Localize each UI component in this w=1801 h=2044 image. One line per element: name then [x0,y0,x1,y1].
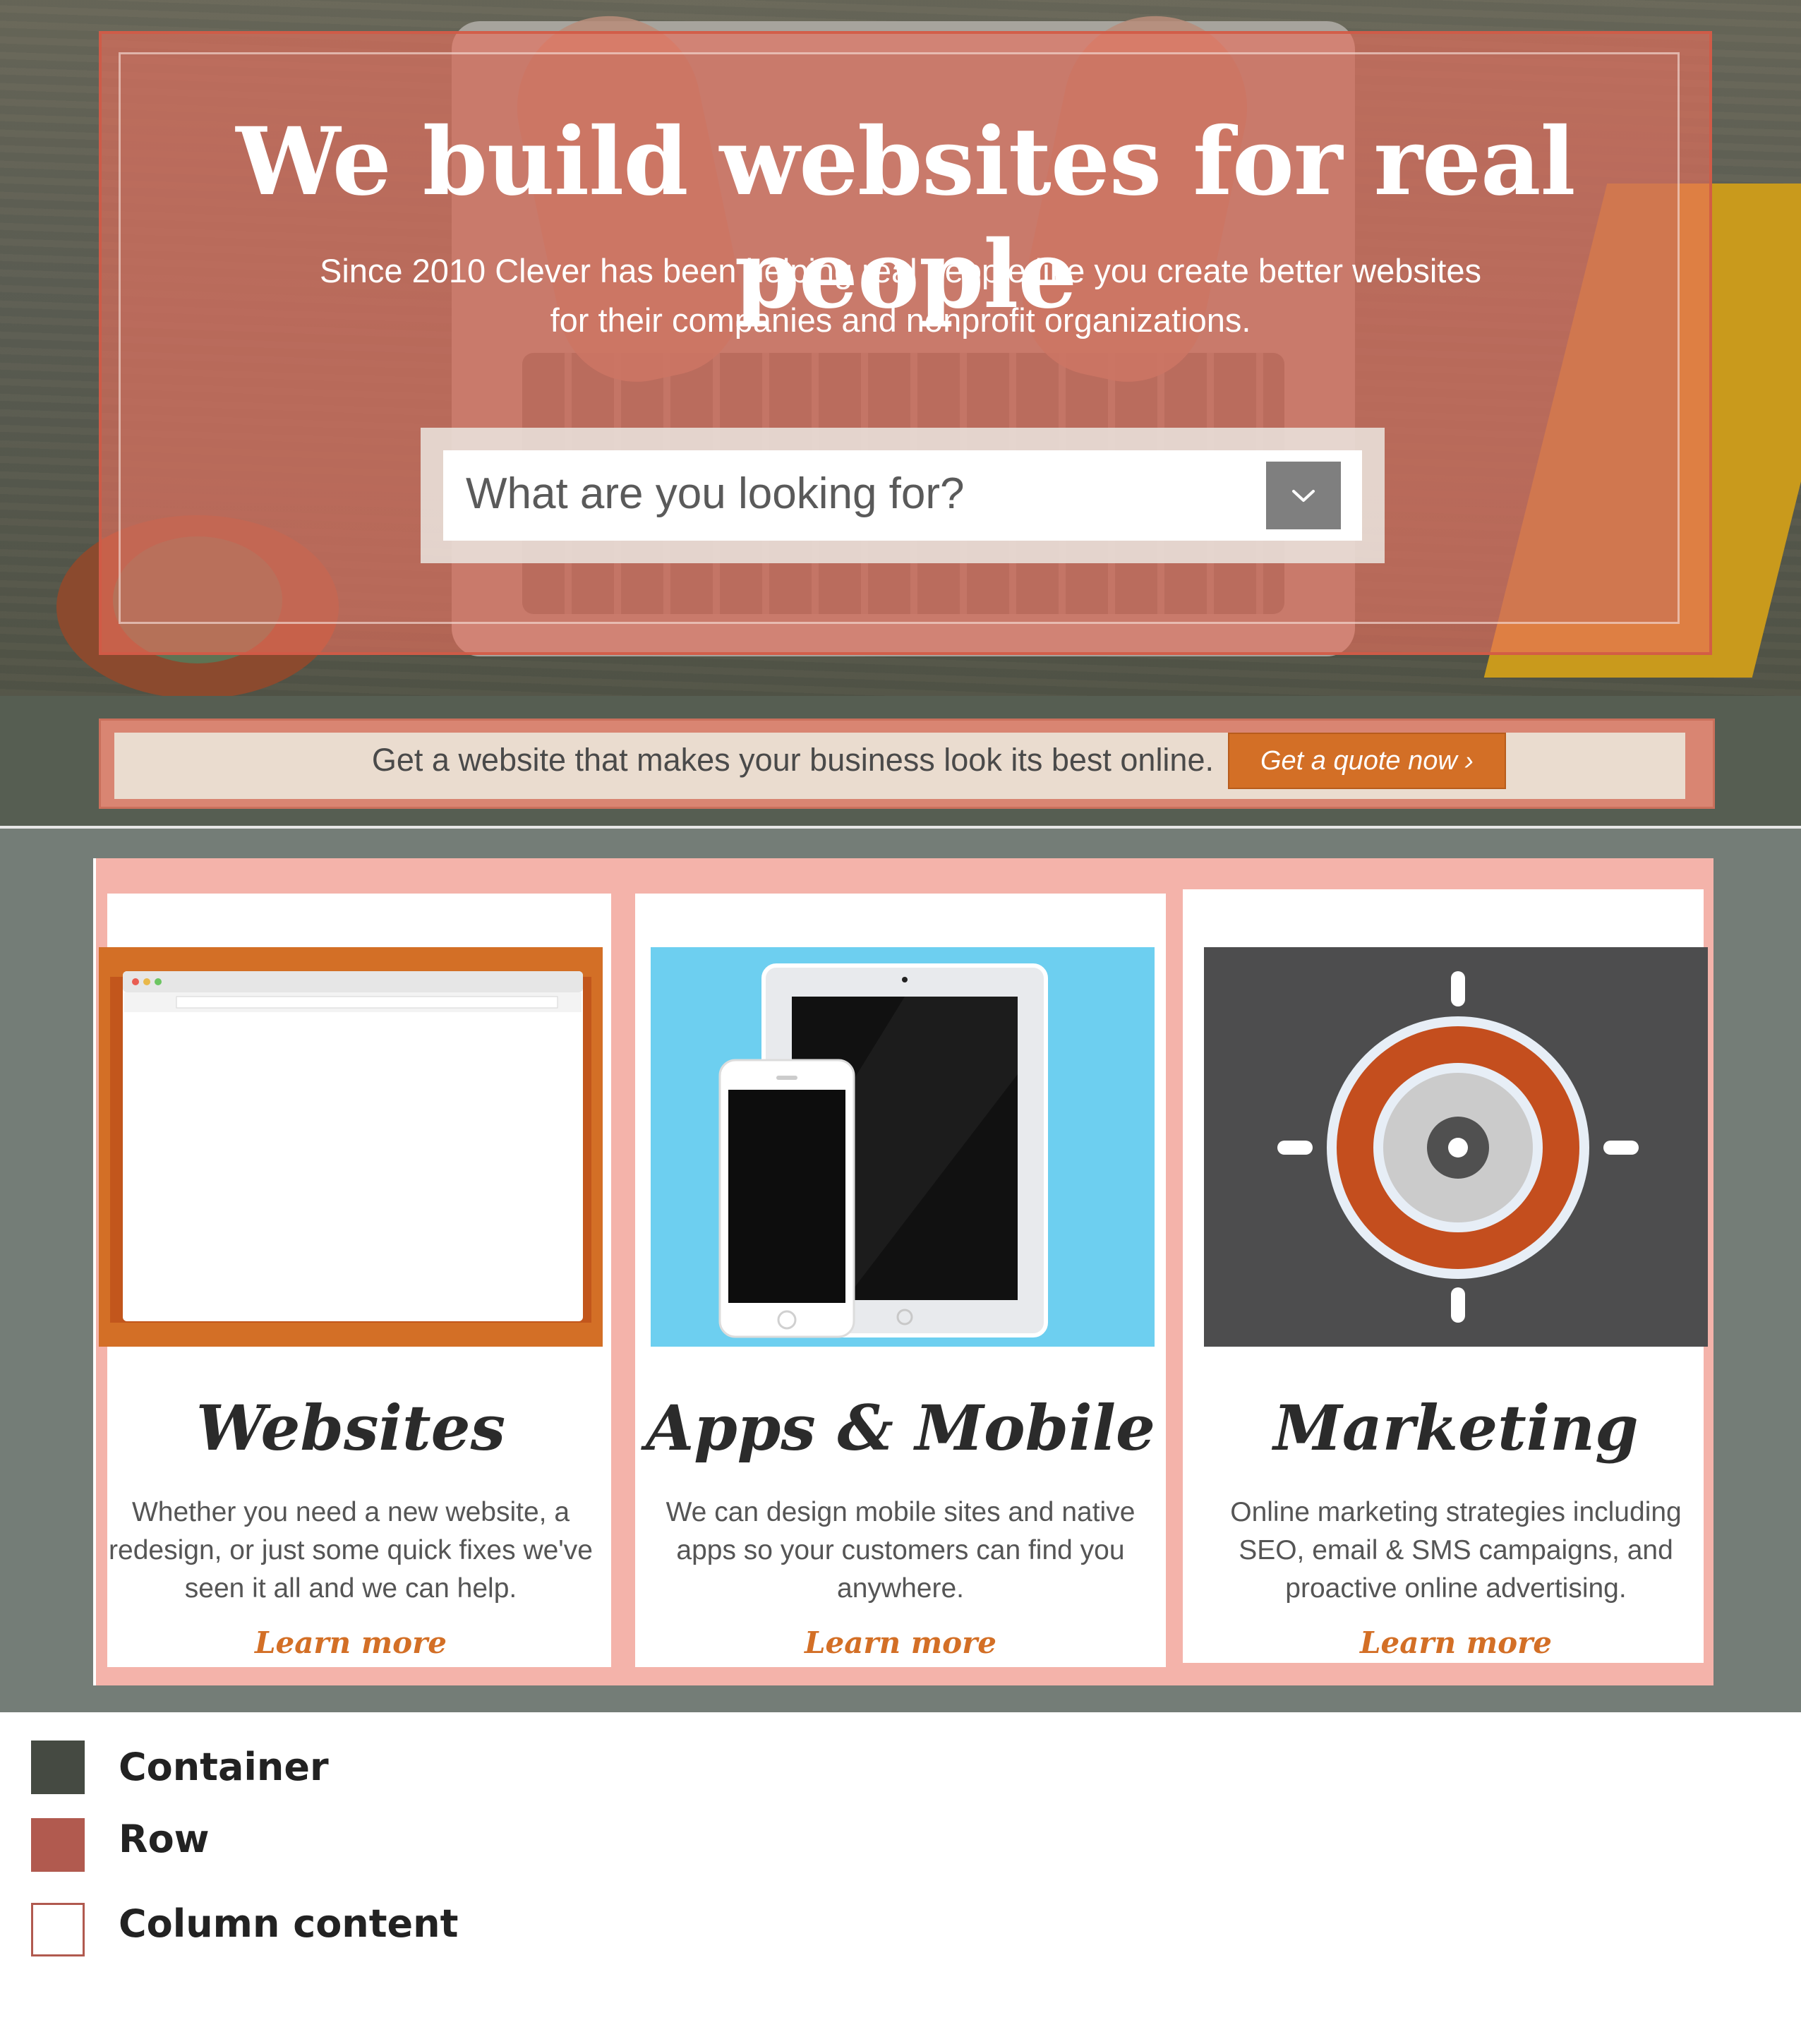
chevron-down-icon [1292,490,1315,502]
search-dropdown-button[interactable] [1266,462,1341,529]
hero-subtitle-line2: for their companies and nonprofit organi… [550,301,1251,339]
learn-more-websites-link[interactable]: Learn more [99,1623,603,1663]
service-desc-websites-line3: seen it all and we can help. [184,1573,517,1604]
search-select-placeholder[interactable]: What are you looking for? [466,466,965,522]
row-edge [93,858,96,1685]
target-icon [1277,971,1639,1323]
service-desc-websites-line1: Whether you need a new website, a [131,1497,570,1527]
get-quote-button[interactable]: Get a quote now › [1228,733,1506,789]
marketing-image [1204,947,1708,1347]
learn-more-marketing-link[interactable]: Learn more [1183,1623,1729,1663]
legend-swatch-column-content [31,1903,85,1956]
legend-swatch-container [31,1741,85,1794]
cta-text: Get a website that makes your business l… [371,742,1214,778]
service-desc-apps-line2: apps so your customers can find you [676,1535,1125,1565]
service-title-marketing: Marketing [1273,1391,1639,1465]
legend-label-column-content: Column content [119,1901,459,1946]
service-desc-apps-line3: anywhere. [837,1573,964,1604]
service-desc-marketing-line2: SEO, email & SMS campaigns, and [1239,1535,1673,1565]
service-title-websites: Websites [195,1391,506,1465]
service-desc-marketing-line3: proactive online advertising. [1285,1573,1627,1604]
learn-more-apps-link[interactable]: Learn more [635,1623,1166,1663]
mobile-devices-icon [718,963,1048,1338]
apps-mobile-image [651,947,1155,1347]
service-title-apps-mobile: Apps & Mobile [645,1391,1156,1465]
service-desc-websites-line2: redesign, or just some quick fixes we've [109,1535,593,1565]
service-desc-marketing-line1: Online marketing strategies including [1230,1497,1682,1527]
legend-label-container: Container [119,1745,329,1789]
hero-subtitle-line1: Since 2010 Clever has been helping real … [319,252,1482,289]
legend-swatch-row [31,1818,85,1872]
legend-label-row: Row [119,1817,210,1861]
websites-image [99,947,603,1347]
browser-window-icon [110,971,591,1323]
service-desc-apps-line1: We can design mobile sites and native [665,1497,1136,1527]
